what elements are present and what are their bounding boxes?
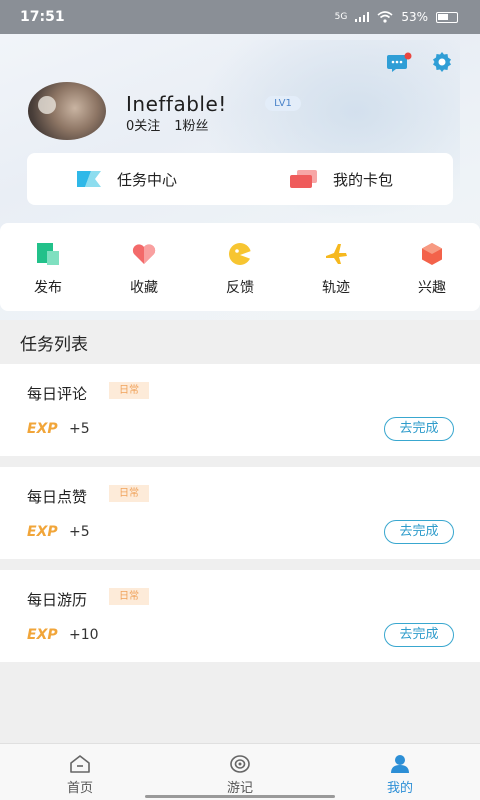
quick-action-label: 收藏 <box>130 280 158 296</box>
exp-label: EXP <box>27 524 58 540</box>
task-card: 每日游历 日常 EXP +10 去完成 <box>0 570 480 662</box>
profile-icon <box>391 755 409 773</box>
track-icon <box>326 244 347 264</box>
nav-travel-notes[interactable]: 游记 <box>160 744 320 800</box>
home-indicator <box>145 795 335 798</box>
nav-profile[interactable]: 我的 <box>320 744 480 800</box>
home-icon <box>70 755 90 773</box>
status-indicators: 5G 53% <box>335 10 458 24</box>
nav-label: 我的 <box>386 781 413 796</box>
task-center-label: 任务中心 <box>117 170 178 189</box>
quick-action-interest[interactable]: 兴趣 <box>384 223 480 311</box>
task-reward: +10 <box>69 627 99 643</box>
task-reward: +5 <box>69 524 90 540</box>
task-tag: 日常 <box>109 382 149 399</box>
travel-notes-icon <box>230 755 250 773</box>
task-name: 每日点赞 <box>27 488 88 506</box>
quick-action-label: 兴趣 <box>418 280 446 296</box>
battery-percent: 53% <box>401 10 428 24</box>
wallet-button[interactable]: 我的卡包 <box>241 153 453 205</box>
publish-icon <box>37 243 59 265</box>
interest-icon <box>422 243 442 265</box>
shortcut-card: 任务中心 我的卡包 <box>27 153 453 205</box>
nav-label: 游记 <box>226 781 253 796</box>
favorite-icon <box>132 244 156 264</box>
task-name: 每日游历 <box>27 591 88 609</box>
quick-action-favorite[interactable]: 收藏 <box>96 223 192 311</box>
task-tag: 日常 <box>109 485 149 502</box>
complete-task-button[interactable]: 去完成 <box>384 623 454 647</box>
quick-action-label: 轨迹 <box>322 280 350 296</box>
avatar[interactable] <box>28 82 106 140</box>
level-badge: LV1 <box>265 96 301 111</box>
quick-action-publish[interactable]: 发布 <box>0 223 96 311</box>
follow-stats: 0关注 1粉丝 <box>126 115 209 134</box>
cellular-icon <box>355 12 370 22</box>
quick-actions: 发布 收藏 反馈 轨迹 兴趣 <box>0 223 480 311</box>
message-icon[interactable] <box>386 52 412 72</box>
settings-icon[interactable] <box>430 50 454 74</box>
status-bar: 17:51 5G 53% <box>0 0 480 34</box>
task-name: 每日评论 <box>27 385 88 403</box>
signal-icon: 5G <box>334 12 348 22</box>
battery-icon <box>436 11 458 23</box>
exp-label: EXP <box>27 627 58 643</box>
complete-task-button[interactable]: 去完成 <box>384 520 454 544</box>
username: Ineffable! <box>126 92 227 116</box>
task-center-icon <box>77 171 101 187</box>
task-list-title: 任务列表 <box>20 335 88 355</box>
status-time: 17:51 <box>20 9 65 25</box>
quick-action-feedback[interactable]: 反馈 <box>192 223 288 311</box>
complete-task-button[interactable]: 去完成 <box>384 417 454 441</box>
nav-home[interactable]: 首页 <box>0 744 160 800</box>
bottom-nav: 首页 游记 我的 <box>0 743 480 800</box>
wallet-label: 我的卡包 <box>333 170 394 189</box>
task-card: 每日点赞 日常 EXP +5 去完成 <box>0 467 480 559</box>
task-reward: +5 <box>69 421 90 437</box>
followers-count[interactable]: 1粉丝 <box>174 115 208 134</box>
task-tag: 日常 <box>109 588 149 605</box>
following-count[interactable]: 0关注 <box>126 115 160 134</box>
quick-action-track[interactable]: 轨迹 <box>288 223 384 311</box>
task-center-button[interactable]: 任务中心 <box>27 153 241 205</box>
wifi-icon <box>377 11 393 23</box>
card-wallet-icon <box>290 170 317 188</box>
quick-action-label: 发布 <box>34 280 62 296</box>
nav-label: 首页 <box>66 781 93 796</box>
quick-action-label: 反馈 <box>226 280 254 296</box>
exp-label: EXP <box>27 421 58 437</box>
task-card: 每日评论 日常 EXP +5 去完成 <box>0 364 480 456</box>
feedback-icon <box>229 243 251 265</box>
